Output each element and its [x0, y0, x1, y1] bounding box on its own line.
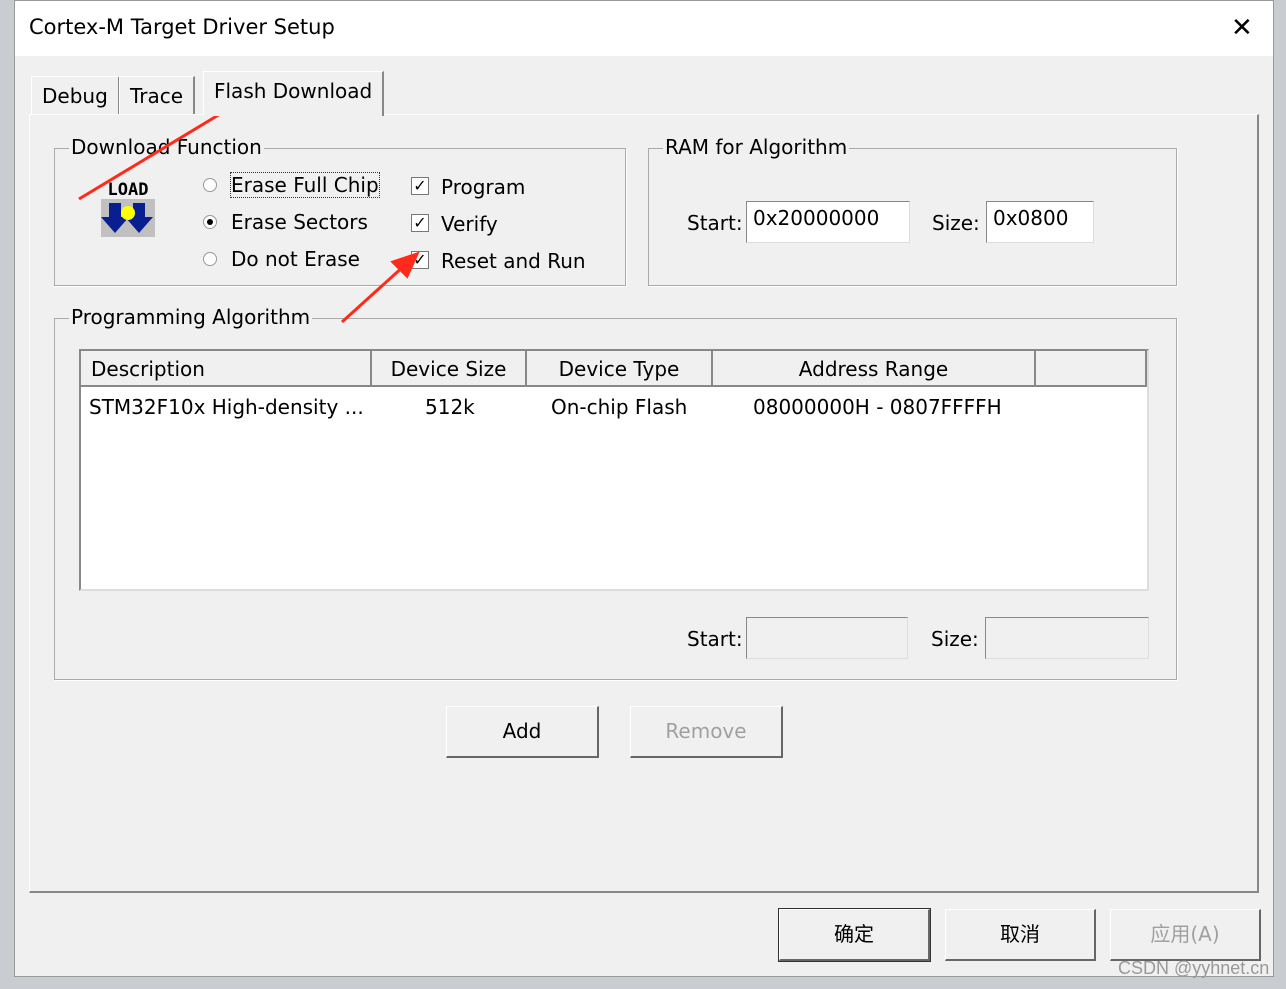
column-header-empty [1036, 351, 1147, 387]
checkbox-label: Reset and Run [441, 249, 586, 273]
watermark: CSDN @yyhnet.cn [1118, 958, 1270, 978]
ram-start-input[interactable]: 0x20000000 [746, 201, 910, 243]
tab-flash-download[interactable]: Flash Download [203, 71, 385, 116]
ok-button[interactable]: 确定 [778, 908, 931, 962]
table-row[interactable]: STM32F10x High-density ... 512k On-chip … [81, 387, 1147, 423]
cell-device-type: On-chip Flash [551, 395, 688, 419]
column-header-device-size[interactable]: Device Size [372, 351, 527, 387]
cancel-button[interactable]: 取消 [945, 909, 1096, 961]
ram-size-label: Size: [932, 211, 980, 235]
dialog: Cortex-M Target Driver Setup ✕ Debug Tra… [14, 0, 1274, 977]
load-logo-text: LOAD [101, 181, 155, 199]
download-arrows-icon [101, 203, 153, 233]
radio-label: Erase Full Chip [230, 172, 380, 198]
tab-debug[interactable]: Debug [31, 76, 120, 114]
group-title: RAM for Algorithm [663, 135, 850, 159]
algorithm-table[interactable]: Description Device Size Device Type Addr… [79, 349, 1149, 591]
radio-label: Do not Erase [231, 247, 360, 271]
cell-device-size: 512k [425, 395, 475, 419]
window-title: Cortex-M Target Driver Setup [29, 15, 335, 39]
apply-button[interactable]: 应用(A) [1110, 909, 1261, 961]
ram-start-label: Start: [687, 211, 743, 235]
column-header-address-range[interactable]: Address Range [713, 351, 1036, 387]
remove-button[interactable]: Remove [630, 706, 783, 758]
checkbox-label: Verify [441, 212, 498, 236]
algorithm-size-input[interactable] [985, 617, 1149, 659]
checkbox-label: Program [441, 175, 526, 199]
cell-description: STM32F10x High-density ... [89, 395, 364, 419]
column-header-description[interactable]: Description [81, 351, 372, 387]
close-icon[interactable]: ✕ [1231, 13, 1253, 43]
group-title: Programming Algorithm [69, 305, 313, 329]
load-icon: LOAD [101, 181, 155, 237]
column-header-device-type[interactable]: Device Type [527, 351, 713, 387]
group-title: Download Function [69, 135, 264, 159]
tab-trace[interactable]: Trace [119, 76, 196, 114]
download-function-group: Download Function LOAD Erase Full Chip E… [54, 135, 626, 286]
ram-for-algorithm-group: RAM for Algorithm Start: 0x20000000 Size… [648, 135, 1177, 286]
algorithm-start-label: Start: [687, 627, 743, 651]
add-button[interactable]: Add [446, 706, 599, 758]
radio-label: Erase Sectors [231, 210, 368, 234]
ram-size-input[interactable]: 0x0800 [986, 201, 1094, 243]
cell-address-range: 08000000H - 0807FFFFH [753, 395, 1002, 419]
algorithm-size-label: Size: [931, 627, 979, 651]
algorithm-start-input[interactable] [746, 617, 908, 659]
title-bar: Cortex-M Target Driver Setup ✕ [15, 1, 1273, 56]
